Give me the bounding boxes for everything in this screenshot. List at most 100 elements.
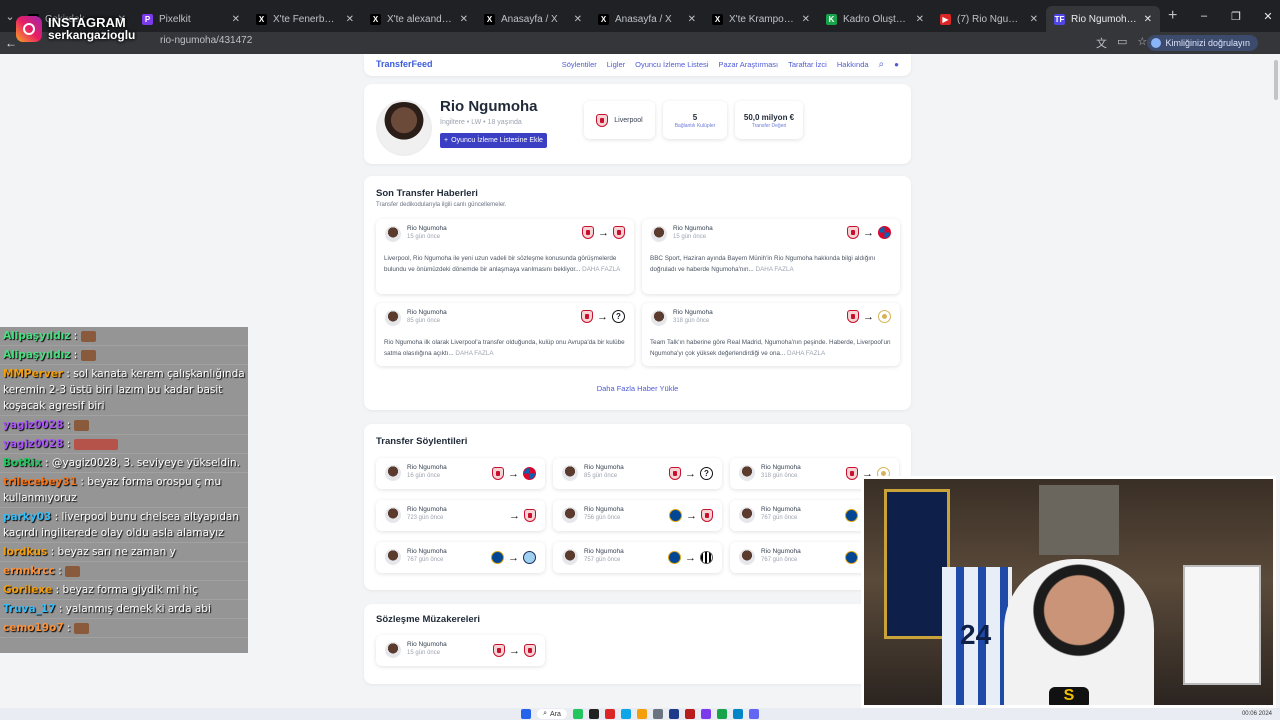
settings-icon[interactable]: [652, 709, 663, 719]
current-club-stat[interactable]: Liverpool: [584, 101, 655, 139]
tab-favicon-icon: X: [370, 13, 381, 25]
liverpool-crest-icon: [847, 226, 859, 239]
rumor-player-name: Rio Ngumoha: [407, 506, 447, 513]
taskbar-search[interactable]: ⌕ Ara: [537, 709, 567, 719]
scrollbar-thumb[interactable]: [1274, 60, 1278, 100]
tab-close-icon[interactable]: ✕: [574, 14, 582, 25]
user-icon[interactable]: ●: [894, 60, 899, 69]
tab-close-icon[interactable]: ✕: [1030, 14, 1038, 25]
chat-message: Alipaşyıldız :: [0, 327, 248, 346]
youtube-icon[interactable]: [604, 709, 615, 719]
news-player-name: Rio Ngumoha: [673, 225, 713, 232]
minimize-icon[interactable]: –: [1192, 0, 1216, 32]
read-more-link[interactable]: DAHA FAZLA: [787, 350, 825, 357]
add-to-watchlist-button[interactable]: + Oyuncu İzleme Listesine Ekle: [440, 133, 547, 148]
tab-title: X'te alexander: "can uzun al: [387, 13, 454, 25]
news-card[interactable]: Rio Ngumoha 85 gün önce →? Rio Ngumoha ilk …: [376, 303, 634, 366]
browser-tab[interactable]: X Anasayfa / X ✕: [590, 6, 704, 32]
app-icon[interactable]: [588, 709, 599, 719]
new-tab-icon[interactable]: +: [1168, 7, 1177, 25]
nav-link[interactable]: Hakkında: [837, 60, 869, 69]
tab-close-icon[interactable]: ✕: [232, 14, 240, 25]
chat-message: lordkus : beyaz sarı ne zaman y: [0, 543, 248, 562]
tab-close-icon[interactable]: ✕: [802, 14, 810, 25]
chat-username: parky03: [3, 511, 52, 523]
telegram-icon[interactable]: [620, 709, 631, 719]
load-more-news-link[interactable]: Daha Fazla Haber Yükle: [364, 384, 911, 393]
tab-favicon-icon: K: [826, 13, 837, 25]
webcam-overlay: 24 S: [861, 476, 1276, 708]
nav-link[interactable]: Taraftar İzci: [788, 60, 827, 69]
read-more-link[interactable]: DAHA FAZLA: [756, 266, 794, 273]
tab-close-icon[interactable]: ✕: [688, 14, 696, 25]
rumor-time: 723 gün önce: [407, 515, 444, 521]
rumor-card[interactable]: Rio Ngumoha 756 gün önce →: [553, 500, 722, 531]
app-icon-4[interactable]: [716, 709, 727, 719]
rumor-card[interactable]: Rio Ngumoha 757 gün önce →: [553, 542, 722, 573]
chat-message: MMPerver : sol kanata kerem çalışkanlığı…: [0, 365, 248, 416]
tab-close-icon[interactable]: ✕: [1144, 14, 1152, 25]
nav-link[interactable]: Ligler: [607, 60, 625, 69]
close-window-icon[interactable]: ✕: [1256, 0, 1280, 32]
browser-tab[interactable]: X Anasayfa / X ✕: [476, 6, 590, 32]
taskbar-clock: 00:06 2024: [1241, 711, 1272, 717]
cast-icon[interactable]: ▭: [1117, 35, 1127, 51]
rumor-card[interactable]: Rio Ngumoha 16 gün önce →: [376, 458, 545, 489]
tab-close-icon[interactable]: ✕: [346, 14, 354, 25]
tab-favicon-icon: X: [712, 13, 723, 25]
tab-close-icon[interactable]: ✕: [460, 14, 468, 25]
browser-tab[interactable]: K Kadro Oluşturucu - Formasyo ✕: [818, 6, 932, 32]
app-icon-3[interactable]: [700, 709, 711, 719]
chat-username: yagiz0028: [3, 438, 64, 450]
liverpool-crest-icon: [524, 509, 536, 522]
nav-link[interactable]: Söylentiler: [562, 60, 597, 69]
liverpool-crest-icon: [596, 113, 609, 127]
transfer-rumors-section: Transfer Söylentileri Rio Ngumoha 16 gün …: [364, 424, 911, 590]
site-logo[interactable]: TransferFeed: [376, 59, 433, 69]
windows-start-icon[interactable]: [521, 709, 532, 719]
transfer-direction: →: [492, 467, 536, 480]
contract-card[interactable]: Rio Ngumoha 15 gün önce →: [376, 635, 545, 666]
linked-clubs-stat: 5 Bağlantılı Kulüpler: [663, 101, 727, 139]
browser-tab[interactable]: ▶ (7) Rio Ngumoha is a BALLER ✕: [932, 6, 1046, 32]
read-more-link[interactable]: DAHA FAZLA: [455, 350, 493, 357]
rumor-card[interactable]: Rio Ngumoha 85 gün önce →?: [553, 458, 722, 489]
url-field[interactable]: rio-ngumoha/431472: [160, 35, 252, 46]
watch-button-label: Oyuncu İzleme Listesine Ekle: [451, 137, 543, 144]
browser-tab[interactable]: TF Rio Ngumoha Transferleri - Tr ✕: [1046, 6, 1160, 32]
news-card[interactable]: Rio Ngumoha 15 gün önce → BBC Sport, Hazira…: [642, 219, 900, 294]
rumor-card[interactable]: Rio Ngumoha 723 gün önce →: [376, 500, 545, 531]
chrome-icon[interactable]: [636, 709, 647, 719]
address-bar: ← rio-ngumoha/431472 文 ▭ ☆ ⧉ ⤓ Kimliğini…: [0, 32, 1280, 54]
app-icon-2[interactable]: [668, 709, 679, 719]
browser-tab[interactable]: X X'te alexander: "can uzun al ✕: [362, 6, 476, 32]
search-icon[interactable]: ⌕: [879, 59, 885, 70]
translate-icon[interactable]: 文: [1096, 35, 1107, 51]
bookmark-star-icon[interactable]: ☆: [1137, 35, 1147, 51]
netflix-icon[interactable]: [684, 709, 695, 719]
contracts-title: Sözleşme Müzakereleri: [376, 614, 481, 625]
chat-message: Alipaşyıldız :: [0, 346, 248, 365]
liverpool-crest-icon: [613, 226, 625, 239]
nav-link[interactable]: Pazar Araştırması: [718, 60, 778, 69]
news-card[interactable]: Rio Ngumoha 318 gün önce → Team Talk'ın hab…: [642, 303, 900, 366]
contract-time: 15 gün önce: [407, 650, 441, 656]
rumor-card[interactable]: Rio Ngumoha 767 gün önce →: [376, 542, 545, 573]
whatsapp-icon[interactable]: [572, 709, 583, 719]
read-more-link[interactable]: DAHA FAZLA: [582, 266, 620, 273]
discord-icon[interactable]: [748, 709, 759, 719]
browser-tab[interactable]: X X'te Krampon Sportsi ✕: [704, 6, 818, 32]
instagram-handle: serkangazioglu: [48, 28, 136, 42]
news-card[interactable]: Rio Ngumoha 15 gün önce → Liverpool, Rio Ng…: [376, 219, 634, 294]
profile-chip[interactable]: Kimliğinizi doğrulayın: [1147, 35, 1258, 51]
nav-link[interactable]: Oyuncu İzleme Listesi: [635, 60, 708, 69]
tab-favicon-icon: P: [142, 13, 153, 25]
app-icon-5[interactable]: [732, 709, 743, 719]
browser-tab[interactable]: P Pixelkit ✕: [134, 6, 248, 32]
maximize-icon[interactable]: ❐: [1224, 0, 1248, 32]
tab-close-icon[interactable]: ✕: [916, 14, 924, 25]
browser-tab[interactable]: X X'te Fenerbahçe ✕: [248, 6, 362, 32]
page-scrollbar[interactable]: [1274, 56, 1278, 476]
contract-player-name: Rio Ngumoha: [407, 641, 447, 648]
news-text: Liverpool, Rio Ngumoha ile yeni uzun vad…: [384, 253, 626, 275]
